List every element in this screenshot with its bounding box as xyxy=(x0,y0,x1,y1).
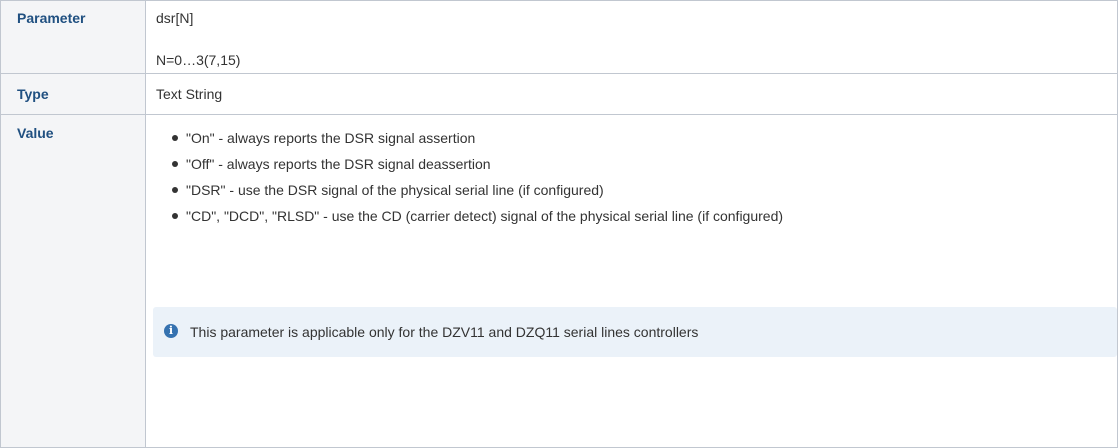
parameter-label: Parameter xyxy=(17,10,86,26)
info-icon: i xyxy=(164,324,178,338)
table-row-type: Type Text String xyxy=(0,72,1118,116)
list-item-text: "DSR" - use the DSR signal of the physic… xyxy=(186,182,604,199)
type-label: Type xyxy=(17,85,49,102)
bullet-icon xyxy=(172,213,178,220)
bullet-icon xyxy=(172,161,178,168)
list-item: "DSR" - use the DSR signal of the physic… xyxy=(172,180,1117,200)
header-cell-parameter: Parameter xyxy=(0,0,146,74)
value-cell-parameter: dsr[N] N=0…3(7,15) xyxy=(145,0,1118,74)
list-item-text: "On" - always reports the DSR signal ass… xyxy=(186,130,476,147)
list-item: "CD", "DCD", "RLSD" - use the CD (carrie… xyxy=(172,206,1117,226)
header-cell-type: Type xyxy=(0,72,146,116)
bullet-icon xyxy=(172,187,178,194)
info-text: This parameter is applicable only for th… xyxy=(190,324,699,340)
list-item: "Off" - always reports the DSR signal de… xyxy=(172,154,1117,174)
parameter-table: Parameter dsr[N] N=0…3(7,15) Type Text S… xyxy=(0,0,1118,448)
bullet-icon xyxy=(172,135,178,142)
type-value: Text String xyxy=(156,85,223,102)
value-list: "On" - always reports the DSR signal ass… xyxy=(156,115,1117,226)
list-item-text: "CD", "DCD", "RLSD" - use the CD (carrie… xyxy=(186,208,784,225)
header-cell-value: Value xyxy=(0,114,146,448)
value-cell-value: "On" - always reports the DSR signal ass… xyxy=(145,114,1118,448)
value-label: Value xyxy=(17,125,54,142)
parameter-name: dsr[N] xyxy=(156,10,194,26)
value-cell-type: Text String xyxy=(145,72,1118,116)
table-row-parameter: Parameter dsr[N] N=0…3(7,15) xyxy=(0,0,1118,74)
table-row-value: Value "On" - always reports the DSR sign… xyxy=(0,114,1118,448)
list-item: "On" - always reports the DSR signal ass… xyxy=(172,128,1117,148)
parameter-range: N=0…3(7,15) xyxy=(156,52,241,68)
info-panel: i This parameter is applicable only for … xyxy=(153,307,1117,357)
list-item-text: "Off" - always reports the DSR signal de… xyxy=(186,156,491,173)
